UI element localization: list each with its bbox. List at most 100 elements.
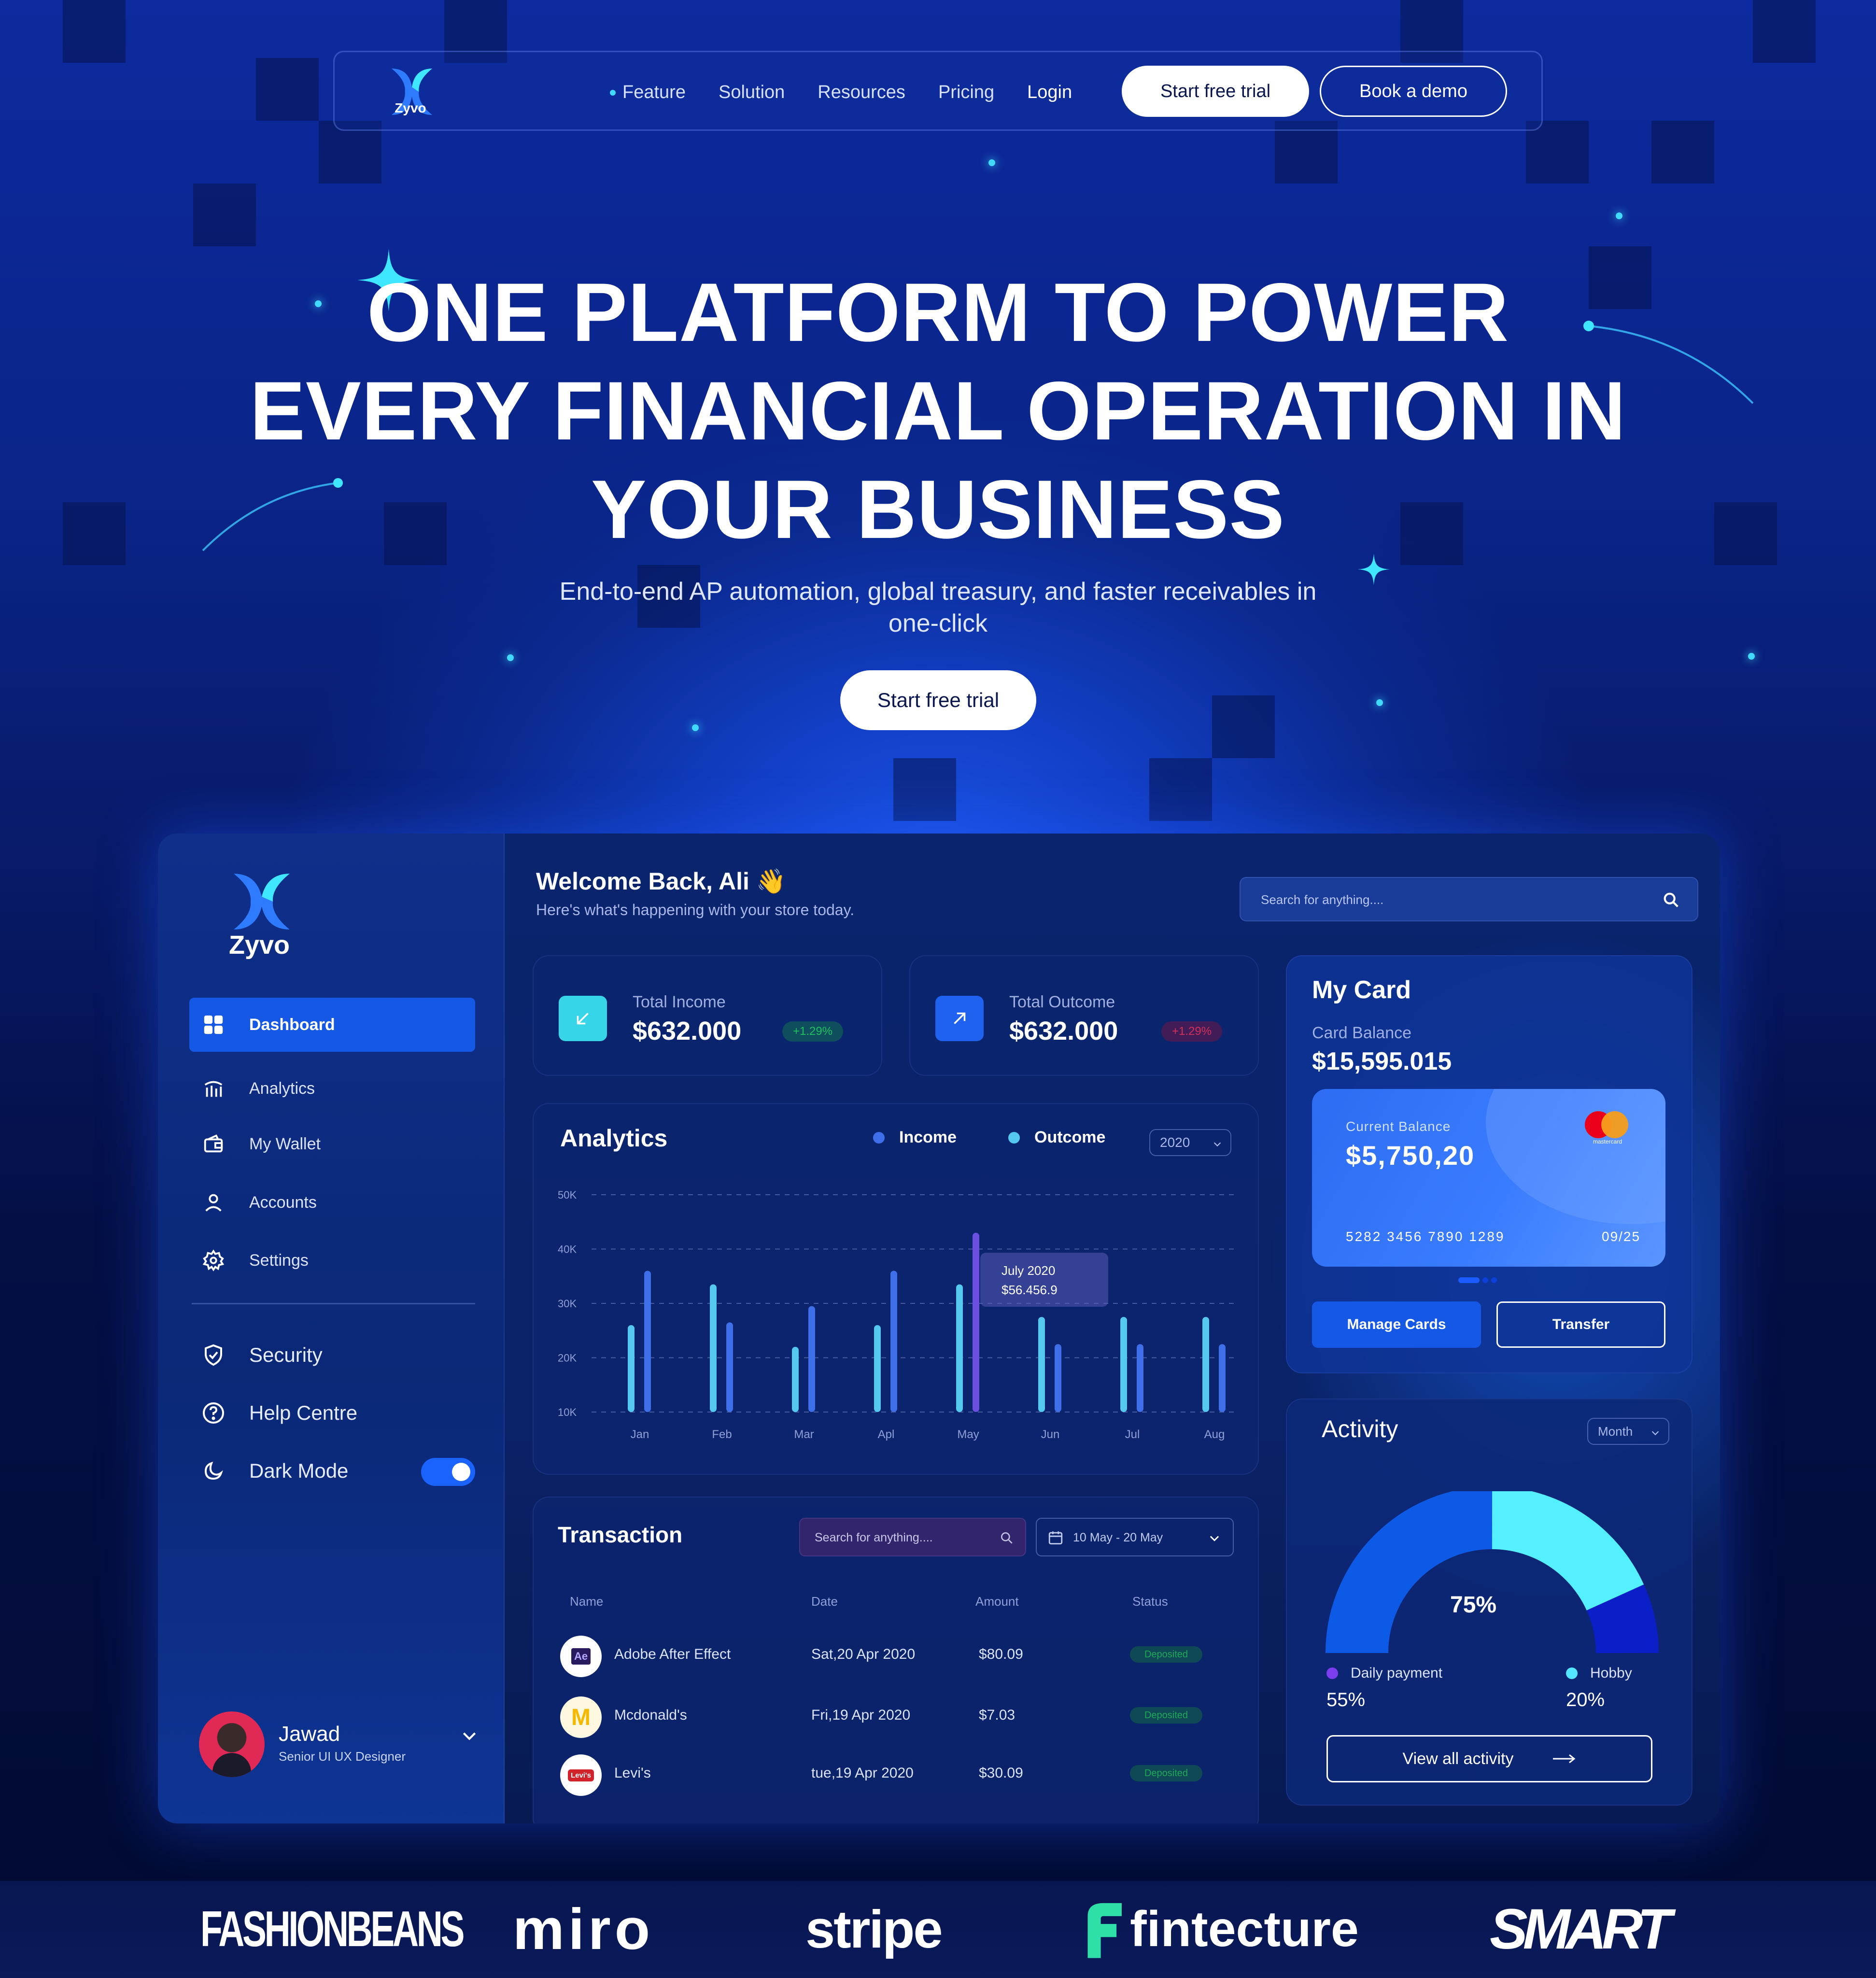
hero-subtitle-line: one-click bbox=[888, 609, 988, 637]
transfer-button[interactable]: Transfer bbox=[1496, 1301, 1665, 1348]
legend-label: Hobby bbox=[1590, 1665, 1632, 1681]
nav-link-pricing[interactable]: Pricing bbox=[938, 82, 994, 103]
chart-tooltip: July 2020 $56.456.9 bbox=[980, 1253, 1108, 1307]
table-row[interactable]: Ae Adobe After Effect Sat,20 Apr 2020 $8… bbox=[534, 1627, 1258, 1680]
decor-square bbox=[63, 502, 126, 565]
carousel-dots[interactable] bbox=[1458, 1277, 1497, 1283]
fashionbeans-logo: FASHIONBEANS bbox=[200, 1901, 465, 1957]
sidebar-item-label: Help Centre bbox=[249, 1401, 358, 1424]
period-select-value: Month bbox=[1598, 1424, 1633, 1439]
sidebar-item-settings[interactable]: Settings bbox=[189, 1233, 475, 1287]
wave-emoji-icon: 👋 bbox=[756, 868, 787, 895]
transactions-card: Transaction Search for anything.... 10 M… bbox=[533, 1497, 1259, 1823]
transaction-date: tue,19 Apr 2020 bbox=[811, 1765, 914, 1781]
chevron-down-icon[interactable] bbox=[460, 1726, 479, 1745]
fintecture-mark-icon bbox=[1087, 1903, 1122, 1958]
bar-income-apl[interactable] bbox=[890, 1271, 897, 1413]
fintecture-logo: fintecture bbox=[1077, 1898, 1359, 1961]
gauge-segment-daily bbox=[1326, 1491, 1493, 1654]
date-range-picker[interactable]: 10 May - 20 May bbox=[1036, 1518, 1234, 1556]
table-row[interactable]: Levi's Levi's tue,19 Apr 2020 $30.09 Dep… bbox=[534, 1746, 1258, 1799]
bar-outcome-jul[interactable] bbox=[1120, 1317, 1127, 1412]
wallet-icon bbox=[199, 1130, 228, 1159]
sidebar-item-help-centre[interactable]: Help Centre bbox=[189, 1386, 475, 1440]
arrow-up-right-icon bbox=[935, 996, 984, 1041]
sidebar-item-label: Dark Mode bbox=[249, 1459, 349, 1482]
bar-income-mar[interactable] bbox=[808, 1306, 815, 1412]
bar-income-feb[interactable] bbox=[726, 1322, 733, 1412]
column-header-date: Date bbox=[811, 1594, 838, 1609]
legend-hobby: Hobby bbox=[1566, 1665, 1632, 1681]
carousel-dot[interactable] bbox=[1491, 1277, 1497, 1283]
sidebar-item-label: Settings bbox=[249, 1251, 309, 1270]
nav-link-resources[interactable]: Resources bbox=[818, 82, 905, 103]
total-income-card: Total Income $632.000 +1.29% bbox=[533, 955, 882, 1076]
hero-title-line: EVERY FINANCIAL OPERATION IN bbox=[250, 365, 1626, 457]
dashboard-preview: Zyvo Dashboard Analytics My Wallet Accou… bbox=[158, 834, 1720, 1823]
shield-icon bbox=[199, 1341, 228, 1370]
credit-card[interactable]: Current Balance $5,750,20 mastercard 528… bbox=[1312, 1089, 1665, 1267]
sidebar-item-label: Dashboard bbox=[249, 1015, 335, 1034]
bar-income-may[interactable] bbox=[973, 1232, 979, 1412]
bar-income-aug[interactable] bbox=[1219, 1344, 1226, 1412]
profile-name: Jawad bbox=[279, 1722, 340, 1746]
search-input[interactable]: Search for anything.... bbox=[1240, 877, 1698, 921]
hero-subtitle: End-to-end AP automation, global treasur… bbox=[531, 576, 1345, 639]
user-profile[interactable]: Jawad Senior UI UX Designer bbox=[199, 1711, 479, 1779]
bar-outcome-feb[interactable] bbox=[710, 1284, 717, 1412]
decor-square bbox=[1753, 0, 1816, 63]
search-icon[interactable] bbox=[1662, 890, 1681, 910]
book-demo-button[interactable]: Book a demo bbox=[1320, 66, 1507, 117]
card-balance-value: $15,595.015 bbox=[1312, 1047, 1452, 1075]
hero-start-trial-button[interactable]: Start free trial bbox=[840, 670, 1036, 730]
miro-logo: miro bbox=[513, 1897, 654, 1962]
transaction-search-input[interactable]: Search for anything.... bbox=[799, 1518, 1026, 1556]
carousel-dot[interactable] bbox=[1482, 1277, 1488, 1283]
bar-outcome-jun[interactable] bbox=[1038, 1317, 1045, 1412]
manage-cards-button[interactable]: Manage Cards bbox=[1312, 1301, 1481, 1348]
kpi-change-badge: +1.29% bbox=[1161, 1021, 1223, 1042]
zyvo-logo-icon[interactable] bbox=[226, 870, 298, 933]
bar-income-jul[interactable] bbox=[1137, 1344, 1143, 1412]
nav-link-solution[interactable]: Solution bbox=[719, 82, 785, 103]
bar-outcome-apl[interactable] bbox=[874, 1325, 881, 1412]
sidebar-item-my-wallet[interactable]: My Wallet bbox=[189, 1117, 475, 1171]
y-tick-label: 50K bbox=[558, 1189, 577, 1201]
bar-outcome-may[interactable] bbox=[956, 1284, 963, 1412]
carousel-dot[interactable] bbox=[1458, 1277, 1480, 1283]
decor-square bbox=[63, 0, 126, 63]
bar-outcome-aug[interactable] bbox=[1202, 1317, 1209, 1412]
gear-icon bbox=[199, 1246, 228, 1275]
kpi-value: $632.000 bbox=[1009, 1017, 1118, 1046]
sidebar-item-security[interactable]: Security bbox=[189, 1328, 475, 1382]
button-label: View all activity bbox=[1402, 1749, 1514, 1768]
decor-square bbox=[1651, 121, 1714, 184]
search-icon[interactable] bbox=[999, 1530, 1015, 1546]
transaction-amount: $7.03 bbox=[979, 1707, 1016, 1723]
sidebar-item-accounts[interactable]: Accounts bbox=[189, 1175, 475, 1229]
view-all-activity-button[interactable]: View all activity bbox=[1326, 1735, 1652, 1782]
bar-income-jan[interactable] bbox=[644, 1271, 651, 1413]
smart-logo: SMART bbox=[1490, 1897, 1672, 1961]
analytics-card: Analytics Income Outcome 2020 50K 40K 30K 2… bbox=[533, 1103, 1259, 1475]
avatar bbox=[199, 1711, 265, 1777]
chevron-down-icon bbox=[1651, 1431, 1659, 1436]
gauge-segment-hobby bbox=[1491, 1491, 1644, 1611]
period-select[interactable]: Month bbox=[1587, 1418, 1669, 1445]
nav-link-feature[interactable]: Feature bbox=[610, 82, 686, 103]
star-dot bbox=[988, 159, 995, 166]
nav-link-login[interactable]: Login bbox=[1027, 82, 1072, 103]
bar-income-jun[interactable] bbox=[1055, 1344, 1061, 1412]
dark-mode-toggle[interactable] bbox=[421, 1458, 475, 1486]
sidebar-item-dashboard[interactable]: Dashboard bbox=[189, 998, 475, 1052]
start-free-trial-button[interactable]: Start free trial bbox=[1122, 66, 1309, 117]
decor-square bbox=[193, 184, 256, 246]
star-dot bbox=[507, 654, 514, 661]
bar-outcome-jan[interactable] bbox=[628, 1325, 635, 1412]
activity-card: Activity Month 75% Daily payment 55% Hob… bbox=[1286, 1399, 1693, 1806]
table-row[interactable]: M Mcdonald's Fri,19 Apr 2020 $7.03 Depos… bbox=[534, 1688, 1258, 1741]
sidebar-item-label: My Wallet bbox=[249, 1134, 321, 1153]
bar-outcome-mar[interactable] bbox=[792, 1347, 799, 1412]
sidebar-item-analytics[interactable]: Analytics bbox=[189, 1061, 475, 1116]
transaction-name: Levi's bbox=[614, 1765, 651, 1781]
